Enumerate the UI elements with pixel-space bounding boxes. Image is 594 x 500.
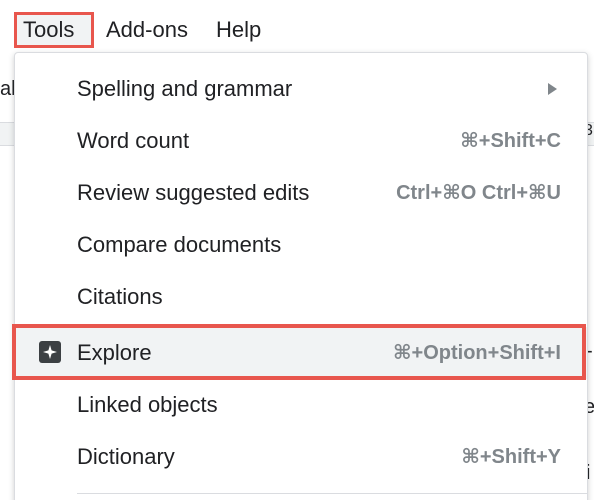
menu-item-label: Review suggested edits — [77, 180, 310, 205]
menu-item-review-suggested-edits[interactable]: Review suggested edits Ctrl+⌘O Ctrl+⌘U — [15, 167, 587, 219]
menu-item-shortcut: ⌘+Shift+Y — [461, 446, 561, 468]
menu-item-label: Citations — [77, 284, 163, 309]
menu-item-word-count[interactable]: Word count ⌘+Shift+C — [15, 115, 587, 167]
menu-item-shortcut: Ctrl+⌘O Ctrl+⌘U — [396, 182, 561, 204]
tools-dropdown-menu: Spelling and grammar Word count ⌘+Shift+… — [14, 52, 588, 500]
explore-icon — [39, 341, 61, 363]
menu-item-dictionary[interactable]: Dictionary ⌘+Shift+Y — [15, 431, 587, 483]
menu-item-label: Explore — [77, 340, 152, 365]
menu-divider — [77, 493, 587, 494]
menu-item-citations[interactable]: Citations — [15, 271, 587, 323]
menu-addons[interactable]: Add-ons — [98, 12, 196, 48]
menu-help[interactable]: Help — [208, 12, 269, 48]
menu-item-linked-objects[interactable]: Linked objects — [15, 379, 587, 431]
menu-item-label: Dictionary — [77, 444, 175, 469]
menu-item-explore[interactable]: Explore ⌘+Option+Shift+I — [15, 327, 587, 379]
menu-item-compare-documents[interactable]: Compare documents — [15, 219, 587, 271]
menu-item-label: Linked objects — [77, 392, 218, 417]
menubar: Tools Add-ons Help — [0, 0, 594, 58]
menu-item-label: Word count — [77, 128, 190, 153]
submenu-arrow-icon — [548, 83, 557, 95]
menu-item-shortcut: ⌘+Shift+C — [460, 130, 561, 152]
page: al 3 - e, i Tools Add-ons Help Spelling … — [0, 0, 594, 500]
menu-item-label: Spelling and grammar — [77, 76, 293, 101]
menu-item-spelling-and-grammar[interactable]: Spelling and grammar — [15, 63, 587, 115]
menu-item-shortcut: ⌘+Option+Shift+I — [392, 342, 561, 364]
menu-item-label: Compare documents — [77, 232, 282, 257]
menu-tools[interactable]: Tools — [14, 12, 94, 48]
